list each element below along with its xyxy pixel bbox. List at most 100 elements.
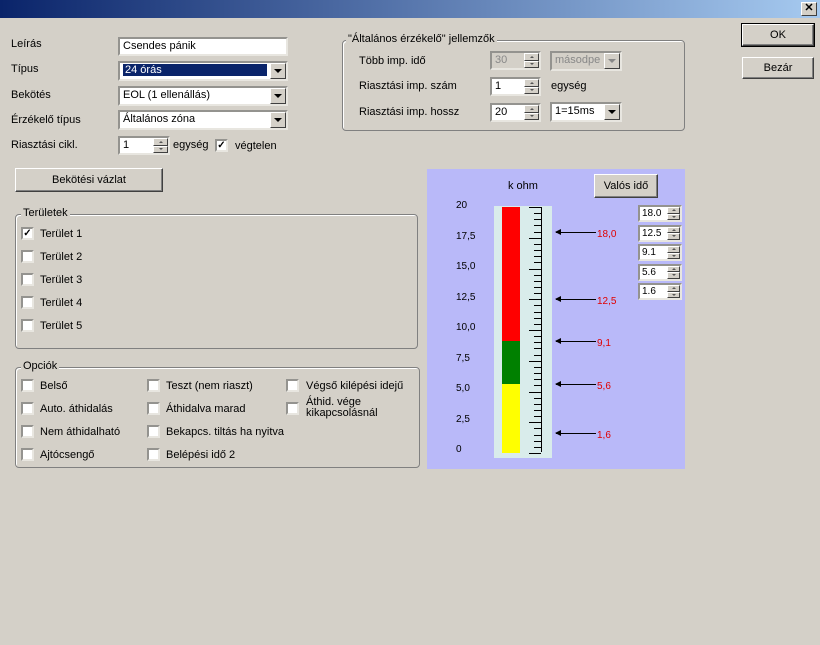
opcio-checkbox[interactable] [147,402,160,415]
spin-down-icon[interactable] [667,233,680,240]
opcio-checkbox[interactable] [147,448,160,461]
opcio-label: Végső kilépési idejű [306,380,404,392]
threshold-spinner[interactable]: 18.0 [638,205,682,222]
gauge-tick [534,348,541,350]
threshold-spinner[interactable]: 9.1 [638,244,682,261]
gauge-tick [534,403,541,405]
riasztasi-cikl-value: 1 [123,139,130,151]
tobb-imp-ido-unit-select[interactable]: másodpe [550,51,622,71]
opcio-checkbox[interactable] [21,448,34,461]
marker-arrow-icon [555,228,596,235]
gauge-tick [534,317,541,319]
opcio-checkbox[interactable] [286,379,299,392]
imp-szam-label: Riasztási imp. szám [359,80,457,92]
gauge-marker-label: 5,6 [597,381,611,393]
riasztasi-cikl-spinner[interactable]: 1 [118,136,170,155]
gauge-scale-label: 12,5 [456,291,476,303]
chevron-down-icon[interactable] [270,112,286,128]
gauge-tick [534,366,541,368]
threshold-value: 1.6 [642,286,656,297]
gauge-scale-label: 10,0 [456,322,476,333]
gauge-marker-label: 18,0 [597,228,617,240]
gauge-tick [534,323,541,325]
opcio-checkbox[interactable] [21,402,34,415]
opcio-label: Belső [40,380,68,392]
terulet-checkbox[interactable]: ✓ [21,227,34,240]
gauge-tick [534,213,541,215]
close-icon[interactable]: ✕ [801,2,817,16]
gauge-tick [534,385,541,387]
spin-down-icon[interactable] [524,112,539,120]
terulet-label: Terület 2 [40,251,83,263]
spin-up-icon[interactable] [524,53,539,61]
gauge-tick [529,330,541,331]
gauge-tick [534,373,541,375]
tobb-imp-ido-spinner[interactable]: 30 [490,51,541,70]
gauge-zone-yellow [502,384,520,453]
terulet-checkbox[interactable] [21,250,34,263]
gauge-tick [534,440,541,442]
terulet-checkbox[interactable] [21,273,34,286]
opcio-checkbox[interactable] [21,425,34,438]
opcio-checkbox[interactable] [147,379,160,392]
egyseg-label: egység [173,139,209,151]
erzekelo-tipus-value: Általános zóna [123,113,196,125]
gauge-tick [534,409,541,411]
spin-up-icon[interactable] [524,105,539,113]
gauge-tick [534,336,541,338]
spin-down-icon[interactable] [667,291,680,298]
erzekelo-tipus-select[interactable]: Általános zóna [118,110,288,130]
imp-hossz-spinner[interactable]: 20 [490,103,541,122]
spin-up-icon[interactable] [524,79,539,87]
window-title-bar[interactable]: ✕ [0,0,820,18]
gauge-tick [529,391,541,393]
terulet-checkbox[interactable] [21,296,34,309]
gauge-tick [534,293,541,295]
bekotes-label: Bekötés [11,89,51,101]
bekotesi-vazlat-button[interactable]: Bekötési vázlat [15,168,163,192]
spin-up-icon[interactable] [153,138,168,146]
opcio-label: Bekapcs. tiltás ha nyitva [166,426,285,438]
threshold-spinner[interactable]: 12.5 [638,224,682,242]
spin-down-icon[interactable] [667,272,680,279]
spin-down-icon[interactable] [667,213,680,220]
spin-down-icon[interactable] [524,60,539,68]
opcio-label: Belépési idő 2 [166,449,236,461]
gauge-scale-label: 0 [456,444,462,455]
gauge-tick [534,342,541,344]
threshold-spinner[interactable]: 5.6 [638,263,682,281]
bezar-button[interactable]: Bezár [742,57,814,79]
leiras-label: Leírás [11,38,42,50]
vegtelen-checkbox[interactable]: ✓ [215,139,228,152]
opcio-checkbox[interactable] [21,379,34,392]
imp-szam-unit: egység [551,80,587,92]
chevron-down-icon[interactable] [270,88,286,104]
gauge-tick [534,305,541,307]
chevron-down-icon[interactable] [604,104,620,120]
imp-hossz-unit-select[interactable]: 1=15ms [550,102,622,122]
threshold-spinner[interactable]: 1.6 [638,283,682,300]
gauge-scale-label: 15,0 [456,261,476,272]
chevron-down-icon[interactable] [270,63,286,79]
gauge-scale-label: 5,0 [456,383,470,394]
leiras-input[interactable]: Csendes pánik [118,37,288,56]
tipus-select[interactable]: 24 órás [118,61,288,81]
imp-szam-spinner[interactable]: 1 [490,77,541,96]
gauge-tick [529,207,541,208]
bekotes-select[interactable]: EOL (1 ellenállás) [118,86,288,106]
chevron-down-icon[interactable] [604,53,620,69]
tobb-imp-ido-label: Több imp. idő [359,55,426,67]
gauge-scale-label: 7,5 [456,352,470,364]
opcio-checkbox[interactable] [147,425,160,438]
terulet-checkbox[interactable] [21,319,34,332]
spin-down-icon[interactable] [153,145,168,153]
spin-down-icon[interactable] [524,86,539,94]
bekotes-value: EOL (1 ellenállás) [123,89,211,101]
opcio-checkbox[interactable] [286,402,299,415]
terulet-label: Terület 3 [40,274,83,286]
valos-ido-button[interactable]: Valós idő [594,174,658,198]
gauge-tick [534,280,541,282]
gauge-tick [534,243,541,245]
spin-down-icon[interactable] [667,252,680,259]
ok-button[interactable]: OK [741,23,815,47]
